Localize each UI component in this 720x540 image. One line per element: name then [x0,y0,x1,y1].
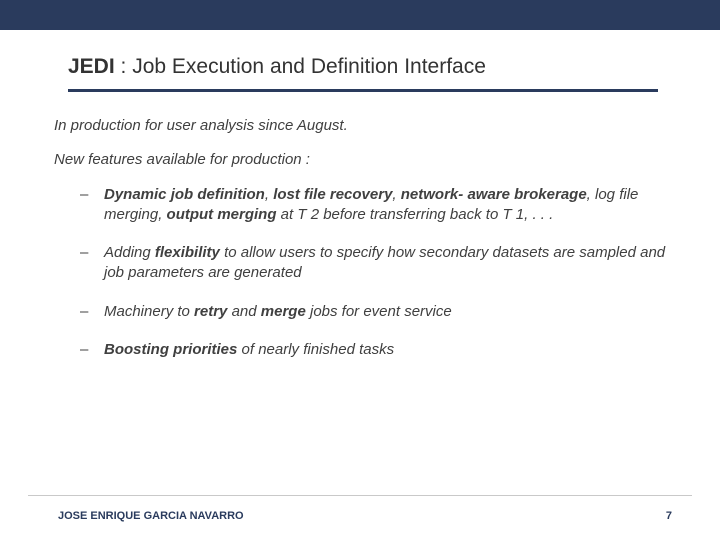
lead-paragraph-1: In production for user analysis since Au… [54,116,670,136]
title-block: JEDI : Job Execution and Definition Inte… [68,54,658,92]
text: jobs for event service [306,303,452,320]
top-bar [0,0,720,30]
text-bold: Boosting priorities [104,341,237,358]
lead-paragraph-2: New features available for production : [54,150,670,170]
title-acronym: JEDI [68,55,115,78]
list-item: Machinery to retry and merge jobs for ev… [80,302,670,322]
bullet-list: Dynamic job definition, lost file recove… [54,185,670,361]
list-item: Boosting priorities of nearly finished t… [80,340,670,360]
text-bold: merge [261,303,306,320]
footer-rule [28,495,692,496]
text-bold: flexibility [155,244,220,261]
title-underline [68,89,658,92]
list-item: Dynamic job definition, lost file recove… [80,185,670,226]
text: and [227,303,260,320]
text-bold: retry [194,303,227,320]
list-item: Adding flexibility to allow users to spe… [80,243,670,284]
footer-author: JOSE ENRIQUE GARCIA NAVARRO [58,510,244,522]
text-bold: lost file recovery [273,186,392,203]
title-rest: : Job Execution and Definition Interface [115,55,486,78]
body: In production for user analysis since Au… [54,116,670,378]
page-number: 7 [666,510,672,522]
text-bold: network- aware brokerage [401,186,587,203]
text: at T 2 before transferring back to T 1, … [277,206,554,223]
text: Adding [104,244,155,261]
text: , [392,186,400,203]
text-bold: output merging [167,206,277,223]
text: , [265,186,273,203]
slide-title: JEDI : Job Execution and Definition Inte… [68,54,658,79]
footer: JOSE ENRIQUE GARCIA NAVARRO 7 [58,510,672,522]
text-bold: Dynamic job definition [104,186,265,203]
text: Machinery to [104,303,194,320]
slide: JEDI : Job Execution and Definition Inte… [0,0,720,540]
text: of nearly finished tasks [237,341,394,358]
